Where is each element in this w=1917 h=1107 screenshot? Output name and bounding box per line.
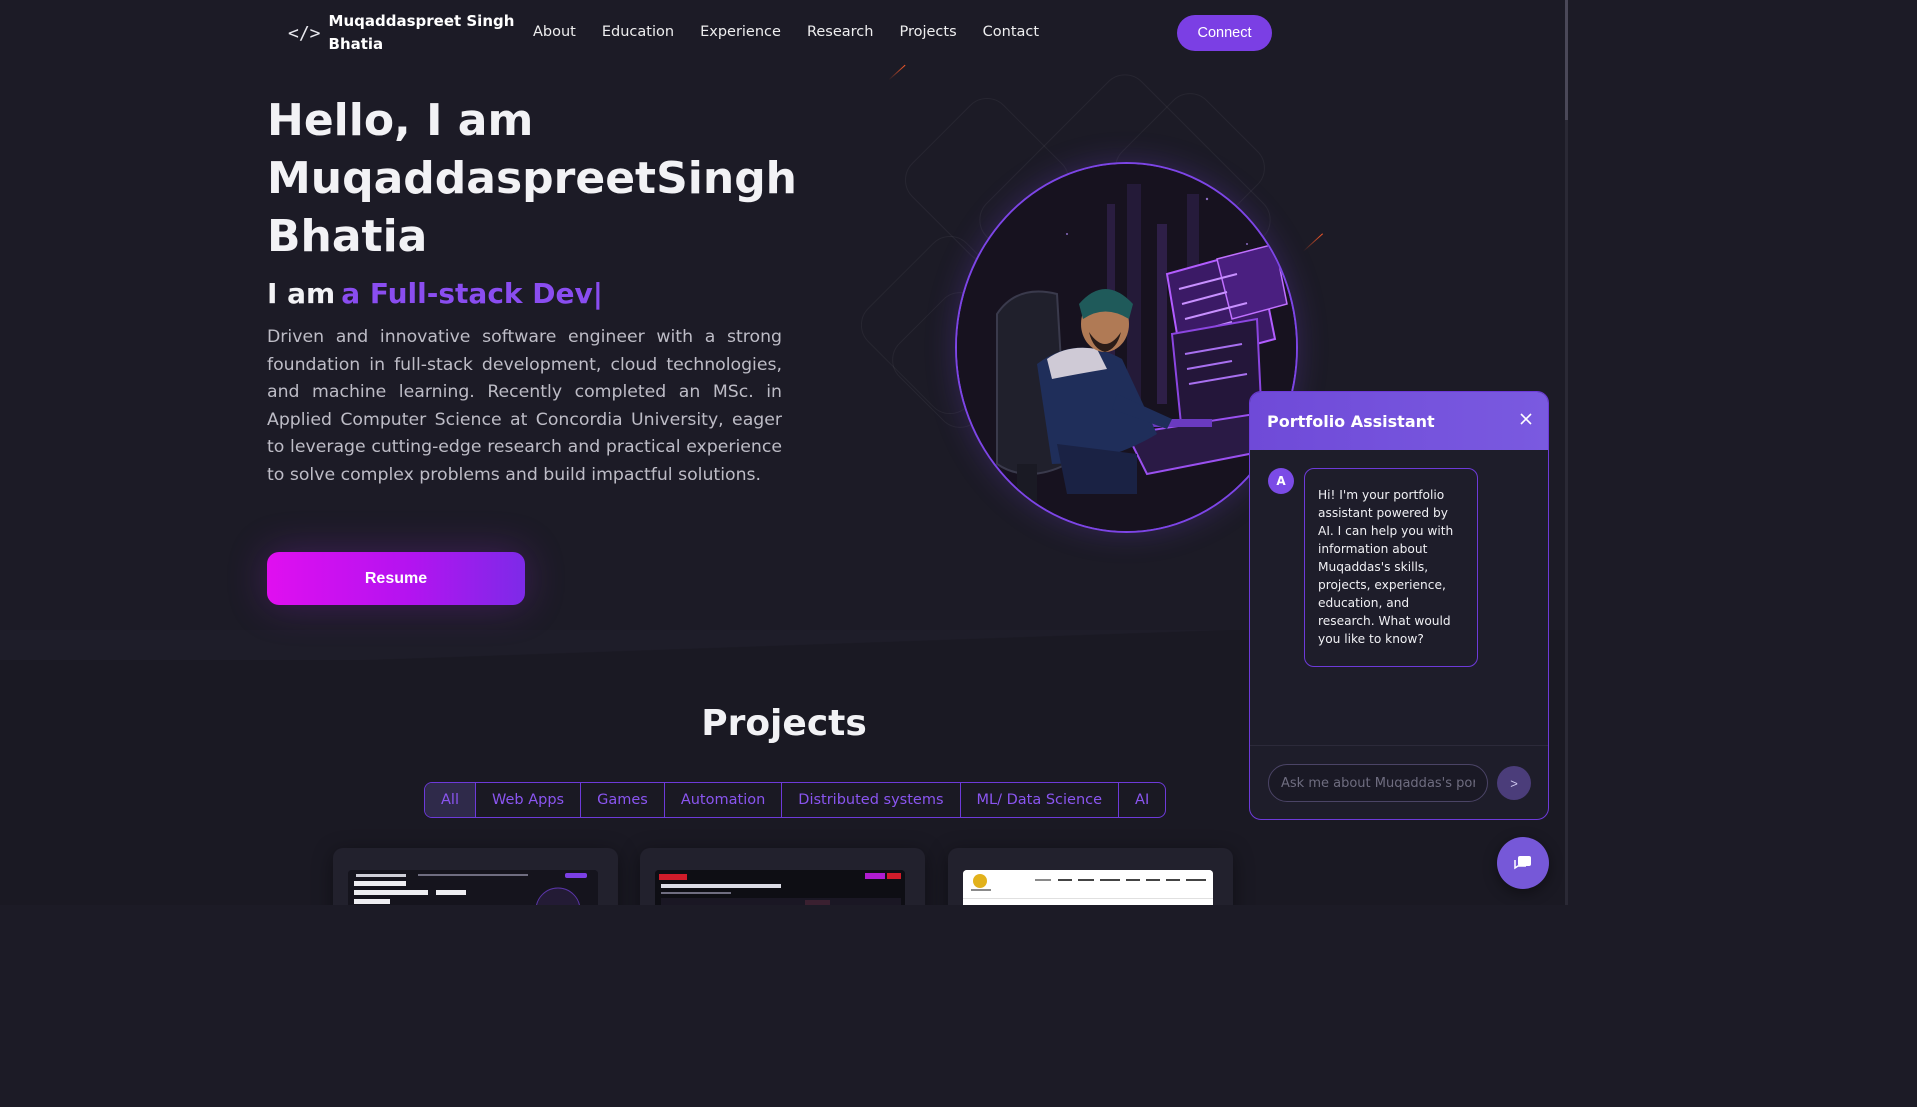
resume-button[interactable]: Resume (267, 552, 525, 605)
filter-tab-all[interactable]: All (425, 783, 476, 817)
nav-link-experience[interactable]: Experience (700, 24, 781, 40)
project-thumbnail (655, 870, 905, 905)
filter-tab-web-apps[interactable]: Web Apps (476, 783, 582, 817)
hero-greeting: Hello, I am (267, 95, 534, 146)
web-app-thumbnail-image (963, 870, 1213, 905)
portfolio-thumbnail-image (348, 870, 598, 905)
hero-name-line: Muqaddaspreet Singh (267, 150, 797, 208)
hero-name-middle: Singh (656, 153, 798, 204)
nav-link-projects[interactable]: Projects (899, 24, 956, 40)
project-thumbnail (348, 870, 598, 905)
code-brackets-icon: </> (288, 22, 321, 44)
filter-tab-ai[interactable]: AI (1119, 783, 1165, 817)
close-icon[interactable] (1520, 410, 1532, 430)
connect-button[interactable]: Connect (1177, 15, 1272, 51)
top-navigation: </> Muqaddaspreet Singh Bhatia About Edu… (0, 0, 1568, 68)
project-thumbnail (963, 870, 1213, 905)
profile-avatar (955, 162, 1298, 533)
nav-link-research[interactable]: Research (807, 24, 874, 40)
page-scrollbar[interactable] (1565, 0, 1568, 905)
project-card[interactable] (640, 848, 925, 905)
scrollbar-thumb[interactable] (1565, 0, 1568, 120)
project-filter-tabs: All Web Apps Games Automation Distribute… (424, 782, 1167, 818)
logo-name: Muqaddaspreet Singh Bhatia (328, 12, 515, 53)
hero-description: Driven and innovative software engineer … (267, 327, 782, 485)
site-logo[interactable]: </> Muqaddaspreet Singh Bhatia (288, 10, 519, 56)
hero-name-first: Muqaddaspreet (267, 153, 657, 204)
assistant-avatar: A (1268, 468, 1294, 494)
filter-tab-distributed-systems[interactable]: Distributed systems (782, 783, 961, 817)
nav-link-about[interactable]: About (533, 24, 576, 40)
project-card[interactable] (333, 848, 618, 905)
assistant-message: Hi! I'm your portfolio assistant powered… (1304, 468, 1478, 667)
nav-links: About Education Experience Research Proj… (533, 24, 1039, 40)
chat-assistant-panel: Portfolio Assistant A Hi! I'm your portf… (1249, 391, 1549, 820)
hero-title: Hello, I am Muqaddaspreet Singh Bhatia (267, 92, 797, 266)
hero-role-line: I am a Full-stack Dev| (267, 277, 603, 310)
filter-tab-ml-data-science[interactable]: ML/ Data Science (961, 783, 1120, 817)
send-icon[interactable]: > (1497, 766, 1531, 800)
hero-name-last: Bhatia (267, 211, 428, 262)
game-thumbnail-image (655, 870, 905, 905)
decorative-streak (1303, 233, 1323, 252)
chat-header: Portfolio Assistant (1250, 392, 1548, 450)
typing-cursor: | (592, 277, 604, 310)
nav-link-education[interactable]: Education (602, 24, 674, 40)
portfolio-page: </> Muqaddaspreet Singh Bhatia About Edu… (0, 0, 1568, 905)
chat-bubble-icon (1514, 856, 1531, 870)
filter-tab-games[interactable]: Games (581, 783, 665, 817)
chat-input[interactable] (1268, 764, 1488, 802)
role-prefix: I am (267, 277, 336, 310)
nav-link-contact[interactable]: Contact (983, 24, 1039, 40)
developer-illustration (957, 164, 1296, 531)
chat-divider (1250, 745, 1548, 746)
project-card[interactable] (948, 848, 1233, 905)
role-typed-text: a Full-stack Dev (341, 277, 593, 310)
chat-toggle-button[interactable] (1497, 837, 1549, 889)
chat-title: Portfolio Assistant (1267, 411, 1435, 431)
filter-tab-automation[interactable]: Automation (665, 783, 783, 817)
